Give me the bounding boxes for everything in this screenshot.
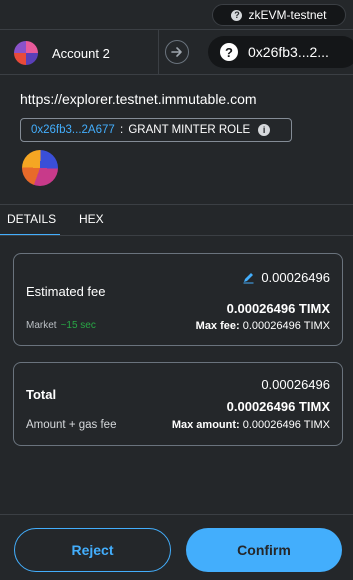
total-card: Total 0.00026496 0.00026496 TIMX Amount … [13, 362, 343, 446]
max-fee-row: Max fee: 0.00026496 TIMX [196, 320, 330, 332]
tabs-bottom-divider [0, 235, 353, 236]
from-account[interactable]: Account 2 [14, 41, 110, 65]
max-amount-row: Max amount: 0.00026496 TIMX [172, 419, 330, 431]
max-amount-label: Max amount: [171, 419, 240, 431]
pencil-icon[interactable] [242, 271, 255, 284]
tab-details[interactable]: DETAILS [7, 212, 56, 226]
fee-edit-row[interactable]: 0.00026496 [242, 270, 330, 285]
account-row: Account 2 ? 0x26fb3...2... [0, 30, 353, 74]
market-time: ~15 sec [60, 320, 96, 331]
tab-hex[interactable]: HEX [79, 212, 104, 226]
reject-button[interactable]: Reject [14, 528, 171, 572]
site-origin: https://explorer.testnet.immutable.com [20, 91, 257, 107]
account-divider [158, 30, 159, 74]
to-address-pill[interactable]: ? 0x26fb3...2... [208, 36, 353, 68]
total-subtitle: Amount + gas fee [26, 419, 117, 431]
from-account-name: Account 2 [52, 45, 110, 61]
estimated-fee-title: Estimated fee [26, 284, 106, 299]
dapp-logo [22, 150, 58, 186]
market-row: Market ~15 sec [26, 320, 96, 331]
estimated-fee-card: Estimated fee 0.00026496 0.00026496 TIMX… [13, 253, 343, 346]
question-icon: ? [231, 9, 243, 21]
info-icon[interactable]: i [258, 124, 271, 136]
estimated-fee-timx: 0.00026496 TIMX [226, 301, 330, 316]
total-title: Total [26, 387, 57, 402]
account-avatar [14, 41, 38, 65]
max-amount-value: 0.00026496 TIMX [242, 419, 330, 431]
tab-bar: DETAILS HEX [0, 205, 353, 236]
method-badge[interactable]: 0x26fb3...2A677 : GRANT MINTER ROLE i [20, 118, 292, 142]
arrow-right-icon [165, 40, 189, 64]
footer-divider [0, 514, 353, 515]
to-address: 0x26fb3...2... [248, 44, 329, 60]
market-label: Market [26, 320, 57, 331]
network-name: zkEVM-testnet [248, 8, 327, 22]
network-selector[interactable]: ? zkEVM-testnet [212, 4, 346, 26]
estimated-fee-amount: 0.00026496 [261, 270, 330, 285]
method-separator: : [116, 124, 127, 136]
confirm-button[interactable]: Confirm [186, 528, 342, 572]
unknown-address-icon: ? [220, 43, 238, 61]
method-name: GRANT MINTER ROLE [128, 124, 251, 136]
max-fee-value: 0.00026496 TIMX [242, 320, 330, 332]
contract-address-link[interactable]: 0x26fb3...2A677 [31, 124, 115, 136]
max-fee-label: Max fee: [195, 320, 240, 332]
total-amount: 0.00026496 [261, 377, 330, 392]
total-timx: 0.00026496 TIMX [226, 399, 330, 414]
header-divider [0, 74, 353, 75]
